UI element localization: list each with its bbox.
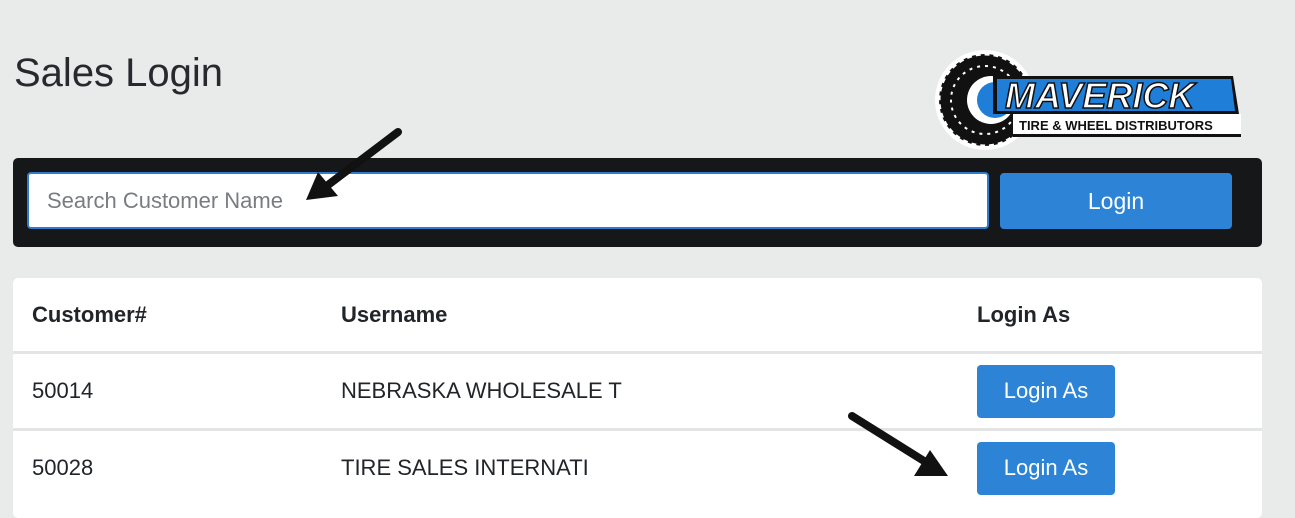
customer-table: Customer# Username Login As 50014 NEBRAS… (13, 278, 1262, 518)
customer-number: 50014 (13, 352, 322, 431)
login-as-cell: Login As (958, 352, 1262, 431)
column-header-username: Username (322, 278, 958, 354)
maverick-logo: MAVERICK TIRE & WHEEL DISTRIBUTORS (935, 50, 1241, 150)
column-header-customer: Customer# (13, 278, 322, 354)
logo-brand: MAVERICK (1005, 75, 1197, 116)
column-header-login-as: Login As (958, 278, 1262, 354)
login-as-button[interactable]: Login As (977, 441, 1115, 495)
table-row: 50028 TIRE SALES INTERNATI Login As (13, 430, 1262, 506)
login-as-button[interactable]: Login As (977, 364, 1115, 418)
logo-tagline: TIRE & WHEEL DISTRIBUTORS (1019, 118, 1213, 133)
customer-number: 50028 (32, 455, 94, 480)
table-header-row: Customer# Username Login As (13, 278, 1262, 354)
username: TIRE SALES INTERNATI (341, 455, 589, 480)
login-as-cell: Login As (958, 430, 1262, 506)
page-title: Sales Login (14, 51, 224, 95)
username: NEBRASKA WHOLESALE T (322, 352, 958, 431)
search-input[interactable] (27, 172, 989, 229)
login-button[interactable]: Login (1000, 173, 1232, 229)
search-bar: Login (13, 158, 1262, 247)
table-row: 50014 NEBRASKA WHOLESALE T Login As (13, 352, 1262, 431)
